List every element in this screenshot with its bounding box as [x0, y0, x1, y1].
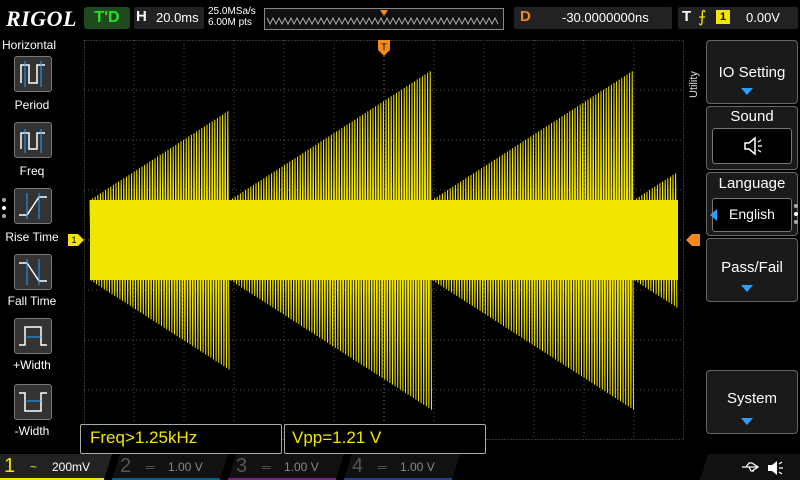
memory-overview-bar: [264, 8, 504, 30]
utility-menu-title: Utility: [688, 44, 702, 124]
status-icons: [700, 454, 800, 480]
period-icon: [20, 61, 45, 87]
memory-trigger-marker: [380, 10, 388, 16]
left-menu-page-dot: [2, 206, 6, 210]
trig-marker-label: T: [381, 42, 387, 52]
run-status-badge[interactable]: T'D: [84, 7, 130, 29]
right-menu-page-dot: [794, 220, 798, 224]
ch1-trace: [89, 71, 678, 410]
trigger-source: 1: [716, 10, 730, 24]
ch1-trace-core: [432, 200, 634, 280]
memory-overview-wave: [266, 10, 499, 26]
ch4-scale: 1.00 V: [400, 460, 435, 474]
period-button[interactable]: [14, 56, 52, 92]
freq-button[interactable]: [14, 122, 52, 158]
speaker-icon: [744, 136, 762, 156]
system-label: System: [726, 390, 777, 407]
delay-label: D: [520, 8, 531, 25]
trigger-level-marker[interactable]: [686, 234, 700, 246]
language-label: Language: [718, 175, 786, 192]
ch3-number: 3: [236, 455, 248, 477]
io-setting-down-icon: [741, 88, 753, 95]
fall-time-icon: [19, 259, 47, 285]
ch4-number: 4: [352, 455, 364, 477]
rise-time-icon: [19, 193, 47, 219]
ch3-coupling-icon: ═: [262, 460, 271, 474]
ch1-scale: 200mV: [52, 460, 91, 474]
rise-time-button[interactable]: [14, 188, 52, 224]
delay-value: -30.0000000ns: [562, 10, 649, 25]
horizontal-label: H: [136, 8, 147, 25]
pos-width-button[interactable]: [14, 318, 52, 354]
freq-label: Freq: [19, 164, 45, 178]
io-setting-label: IO Setting: [718, 64, 786, 81]
system-down-icon: [741, 418, 753, 425]
trigger-position-marker[interactable]: T: [378, 40, 390, 56]
period-label: Period: [14, 98, 50, 112]
ch2-scale: 1.00 V: [168, 460, 203, 474]
trigger-box[interactable]: [678, 7, 798, 29]
freq-measurement: Freq>1.25kHz: [90, 428, 198, 447]
ch2-number: 2: [120, 455, 132, 477]
memory-depth: 6.00M pts: [208, 17, 252, 28]
sound-toggle[interactable]: [712, 128, 792, 164]
rising-edge-icon: ⨍: [698, 9, 707, 26]
ch4-coupling-icon: ═: [378, 460, 387, 474]
right-menu-page-dot: [794, 212, 798, 216]
neg-width-button[interactable]: [14, 384, 52, 420]
neg-width-icon: [19, 392, 47, 412]
ch1-number: 1: [4, 455, 16, 477]
trigger-level: 0.00V: [746, 10, 780, 25]
freq-icon: [20, 129, 45, 153]
ch1-coupling-icon: ~: [30, 460, 38, 474]
language-value: English: [729, 206, 775, 222]
ch1-trace-core: [230, 200, 432, 280]
sound-label: Sound: [730, 108, 774, 125]
rise-time-label: Rise Time: [5, 230, 59, 244]
timebase-value: 20.0ms: [156, 10, 199, 25]
sample-rate-info: 25.0MSa/s 6.00M pts: [208, 6, 256, 28]
ch2-coupling-icon: ═: [146, 460, 155, 474]
left-menu-page-dot: [2, 198, 6, 202]
trigger-label: T: [682, 8, 692, 25]
ch3-scale: 1.00 V: [284, 460, 319, 474]
fall-time-label: Fall Time: [7, 294, 57, 308]
rigol-logo: RIGOL: [6, 6, 77, 31]
ch1-offset-marker[interactable]: 1: [68, 234, 84, 246]
left-menu-title: Horizontal: [2, 38, 57, 52]
ch1-marker-label: 1: [71, 235, 76, 245]
ch1-trace-core: [90, 200, 230, 280]
utility-label: Utility: [688, 71, 700, 98]
sample-rate: 25.0MSa/s: [208, 6, 256, 17]
right-menu-page-dot: [794, 204, 798, 208]
fall-time-button[interactable]: [14, 254, 52, 290]
ch1-trace-core: [634, 200, 678, 280]
vpp-measurement: Vpp=1.21 V: [292, 428, 382, 447]
pos-width-icon: [19, 326, 47, 346]
pass-fail-label: Pass/Fail: [721, 259, 783, 276]
neg-width-label: -Width: [14, 424, 50, 438]
pass-fail-down-icon: [741, 285, 753, 292]
waveform-grid[interactable]: [84, 40, 684, 440]
pos-width-label: +Width: [13, 358, 51, 372]
left-menu-page-dot: [2, 214, 6, 218]
